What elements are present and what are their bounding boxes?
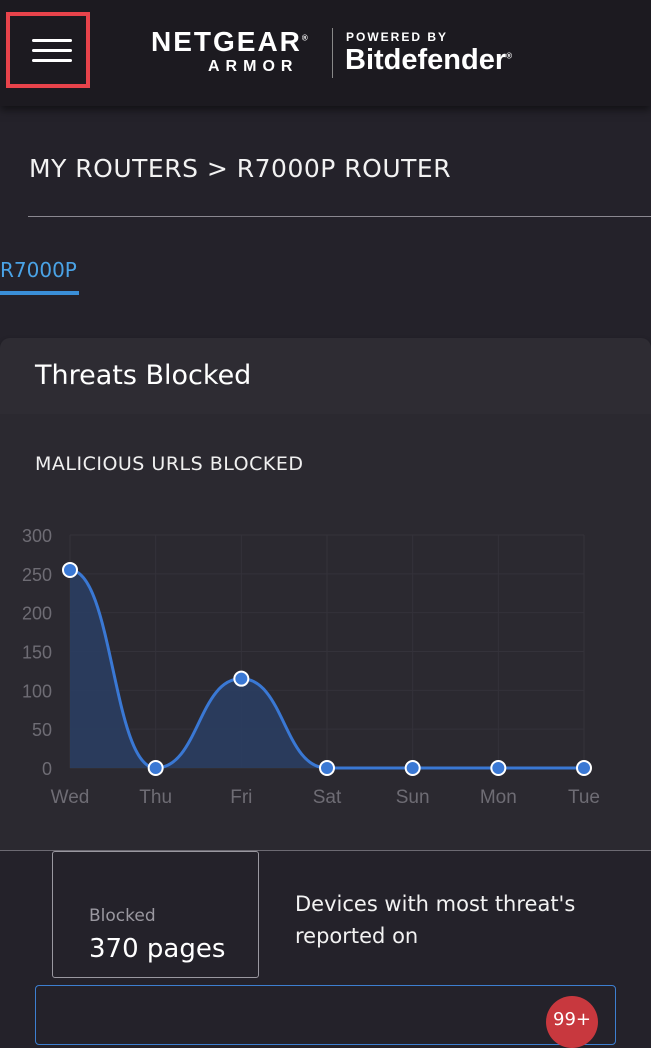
blocked-value: 370 pages [89, 934, 226, 964]
tab-active-indicator [0, 291, 79, 295]
data-point [490, 760, 507, 776]
y-tick-label: 300 [22, 526, 52, 546]
x-tick-label: Mon [480, 787, 517, 808]
menu-icon-line [32, 59, 72, 62]
top-bar: NETGEAR® ARMOR POWERED BY Bitdefender® [0, 0, 651, 106]
hamburger-menu-button[interactable] [6, 12, 90, 88]
x-tick-label: Sun [396, 787, 430, 808]
y-tick-label: 0 [42, 759, 52, 779]
x-tick-label: Fri [230, 787, 252, 808]
data-point [404, 760, 421, 776]
x-tick-label: Thu [139, 787, 172, 808]
powered-by-label: POWERED BY [346, 30, 449, 44]
blocked-summary-card[interactable]: Blocked 370 pages [52, 851, 259, 978]
x-tick-label: Sat [313, 787, 342, 808]
armor-logo: ARMOR [208, 58, 299, 75]
x-tick-label: Wed [51, 787, 90, 808]
logo-divider [332, 28, 333, 78]
y-tick-label: 50 [32, 720, 52, 740]
chart-title: MALICIOUS URLS BLOCKED [35, 453, 304, 475]
card-title: Threats Blocked [35, 360, 252, 391]
y-tick-label: 200 [22, 604, 52, 624]
device-list-item[interactable] [35, 985, 616, 1045]
malicious-urls-chart: 0 50 100 150 200 250 300 Wed Thu Fri Sat Sun Mon Tue [22, 526, 600, 808]
data-point [319, 760, 335, 776]
breadcrumb-divider [28, 216, 651, 217]
y-tick-label: 250 [22, 565, 52, 585]
data-point [62, 561, 78, 578]
bitdefender-logo: Bitdefender® [345, 44, 513, 76]
devices-heading: Devices with most threat's reported on [295, 892, 576, 948]
tab-r7000p[interactable]: R7000P [0, 258, 77, 282]
data-point [233, 670, 250, 687]
threat-count-badge: 99+ [546, 996, 598, 1048]
menu-icon-line [32, 39, 72, 42]
data-point [576, 760, 592, 776]
breadcrumb: MY ROUTERS > R7000P ROUTER [29, 154, 452, 183]
x-tick-label: Tue [568, 787, 600, 808]
y-tick-label: 150 [22, 643, 52, 663]
y-tick-label: 100 [22, 681, 52, 701]
threats-blocked-header[interactable]: Threats Blocked [0, 338, 651, 414]
netgear-logo: NETGEAR® [151, 26, 310, 57]
menu-icon-line [32, 49, 72, 52]
blocked-label: Blocked [89, 906, 156, 926]
data-point [147, 760, 164, 776]
